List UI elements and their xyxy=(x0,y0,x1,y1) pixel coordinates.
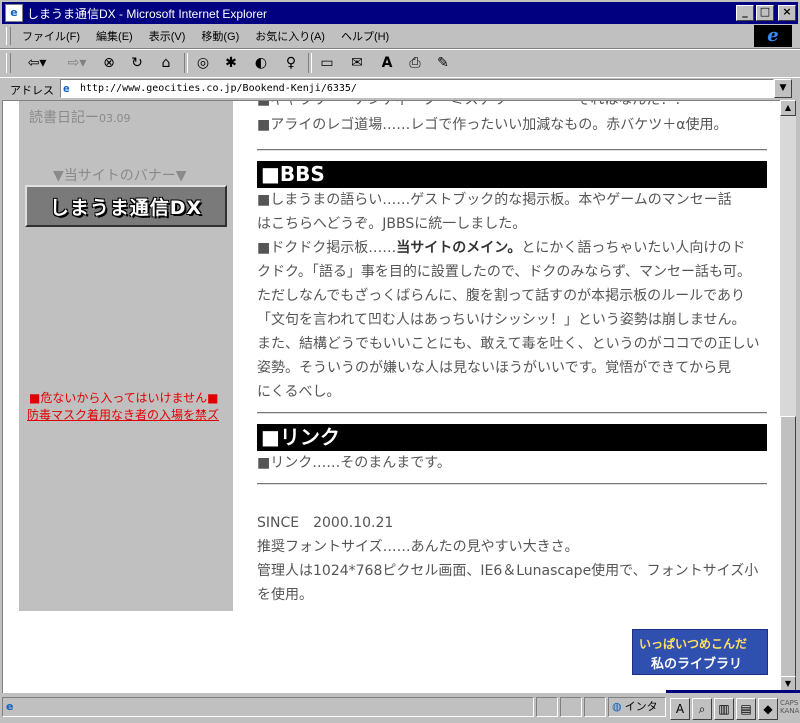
refresh-icon[interactable]: ↻ xyxy=(126,53,148,73)
print-icon[interactable]: ⎙ xyxy=(404,53,426,73)
dokudoku-bbs-line[interactable]: ■ドクドク掲示板……当サイトのメイン。とにかく語っちゃいたい人向けのド xyxy=(257,236,767,260)
forward-icon[interactable]: ⇨▾ xyxy=(60,53,94,73)
library-banner-line1: いっぱいつめこんだ xyxy=(639,637,748,651)
toolbar-separator xyxy=(308,53,312,73)
menu-bar: ファイル(F) 編集(E) 表示(V) 移動(G) お気に入り(A) ヘルプ(H) e xyxy=(0,24,800,49)
menu-item[interactable]: 移動(G) xyxy=(201,28,239,44)
zone-panel: ◍ インタ xyxy=(608,697,666,717)
edit-icon[interactable]: ✎ xyxy=(432,53,454,73)
kana-label: KANA xyxy=(780,707,800,715)
site-banner[interactable]: しまうま通信DX xyxy=(25,185,227,227)
library-banner[interactable]: いっぱいつめこんだ 私のライブラリ xyxy=(632,629,768,675)
minimize-button[interactable]: _ xyxy=(736,5,754,21)
dokudoku-description-line: にくるべし。 xyxy=(257,384,341,400)
page-icon: e xyxy=(63,81,70,95)
cutoff-line[interactable]: ■ギャラリー・アンティーク・ミステリー・・・・それはなんだ？？ xyxy=(257,101,689,109)
dokudoku-rest: とにかく語っちゃいたい人向けのド xyxy=(521,240,746,256)
footer-line: SINCE 2000.10.21 xyxy=(257,515,394,531)
status-text-panel: e xyxy=(2,697,534,717)
address-input[interactable]: e http://www.geocities.co.jp/Bookend-Kenj… xyxy=(60,79,774,98)
warning-text: ■危ないから入ってはいけません■ xyxy=(29,391,219,405)
zone-label: インタ xyxy=(624,700,658,713)
menu-item[interactable]: ファイル(F) xyxy=(22,28,80,44)
internet-zone-icon: ◍ xyxy=(612,700,622,713)
close-button[interactable]: × xyxy=(778,5,796,21)
page-viewport: 読書日記ー03.09 ▼当サイトのバナー▼ しまうま通信DX ■危ないから入って… xyxy=(2,100,781,693)
history-icon[interactable]: ♀ xyxy=(280,53,302,73)
status-panel xyxy=(584,697,606,717)
search-icon[interactable]: ◎ xyxy=(192,53,214,73)
title-bar[interactable]: e しまうま通信DX - Microsoft Internet Explorer… xyxy=(2,2,798,24)
fullscreen-icon[interactable]: ▭ xyxy=(316,53,338,73)
menu-item[interactable]: ヘルプ(H) xyxy=(341,28,389,44)
site-banner-text: しまうま通信DX xyxy=(49,196,203,219)
diary-label: 読書日記ー xyxy=(29,110,99,126)
menu-item[interactable]: お気に入り(A) xyxy=(255,28,325,44)
dictionary-icon[interactable]: ▥ xyxy=(714,698,734,720)
ime-pad-icon[interactable]: ▤ xyxy=(736,698,756,720)
caps-kana-indicator: CAPS KANA xyxy=(780,699,799,715)
toolbar-separator xyxy=(184,53,188,73)
banner-caption: ▼当サイトのバナー▼ xyxy=(53,168,187,184)
dokudoku-main-label: 当サイトのメイン。 xyxy=(396,240,522,256)
standard-toolbar: ⇦▾ ⇨▾ ⊗ ↻ ⌂ ◎ ✱ ◐ ♀ ▭ ✉ A ⎙ ✎ xyxy=(0,49,800,78)
library-banner-line2: 私のライブラリ xyxy=(651,657,743,672)
main-content: ■アライのレゴ道場……レゴで作ったいい加減なもの。赤バケツ＋α使用。 ■BBS … xyxy=(257,113,767,607)
address-bar: アドレス e http://www.geocities.co.jp/Bookend… xyxy=(0,77,800,100)
status-panel xyxy=(560,697,582,717)
stop-icon[interactable]: ⊗ xyxy=(98,53,120,73)
address-url: http://www.geocities.co.jp/Bookend-Kenji… xyxy=(80,83,357,94)
vertical-scrollbar[interactable]: ▲ ▼ xyxy=(780,100,796,692)
sidebar: 読書日記ー03.09 ▼当サイトのバナー▼ しまうま通信DX ■危ないから入って… xyxy=(19,101,233,611)
footer-line: 推奨フォントサイズ……あんたの見やすい大きさ。 xyxy=(257,539,579,555)
ime-mode-indicator[interactable]: A xyxy=(670,698,690,720)
font-size-icon[interactable]: A xyxy=(376,53,398,73)
menu-grip[interactable] xyxy=(6,27,11,45)
link-page-link[interactable]: ■リンク……そのまんまです。 xyxy=(257,451,767,475)
magnifier-icon[interactable]: ⌕ xyxy=(692,698,712,720)
dokudoku-description-line: 姿勢。そういうのが嫌いな人は見ないほうがいいです。覚悟ができてから見 xyxy=(257,360,732,376)
lego-dojo-link[interactable]: ■アライのレゴ道場……レゴで作ったいい加減なもの。赤バケツ＋α使用。 xyxy=(257,113,767,137)
mail-icon[interactable]: ✉ xyxy=(346,53,368,73)
media-icon[interactable]: ◐ xyxy=(250,53,272,73)
warning-link[interactable]: 防毒マスク着用なき者の入場を禁ズ xyxy=(27,406,219,423)
footer-line: を使用。 xyxy=(257,587,313,603)
caps-label: CAPS xyxy=(780,699,799,707)
maximize-button[interactable]: □ xyxy=(756,5,774,21)
scroll-up-icon[interactable]: ▲ xyxy=(780,100,796,116)
bbs-description-line: はこちらへどうぞ。JBBSに統一しました。 xyxy=(257,216,527,232)
dokudoku-description-line: ただしなんでもざっくばらんに、腹を割って話すのが本掲示板のルールであり xyxy=(257,288,746,304)
scroll-thumb[interactable] xyxy=(780,416,796,678)
ie-logo-icon: e xyxy=(754,25,792,47)
address-dropdown-icon[interactable]: ▼ xyxy=(774,79,792,98)
ie-page-icon[interactable]: e xyxy=(5,4,23,22)
ie-window: e しまうま通信DX - Microsoft Internet Explorer… xyxy=(0,0,800,723)
window-title: しまうま通信DX - Microsoft Internet Explorer xyxy=(27,6,268,21)
ime-language-bar: A ⌕ ▥ ▤ ◆ CAPS KANA xyxy=(666,690,800,723)
page-status-icon: e xyxy=(6,700,14,713)
dokudoku-prefix: ■ドクドク掲示板…… xyxy=(257,240,397,256)
favorites-icon[interactable]: ✱ xyxy=(220,53,242,73)
toolbar-grip[interactable] xyxy=(6,53,11,73)
back-icon[interactable]: ⇦▾ xyxy=(20,53,54,73)
home-icon[interactable]: ⌂ xyxy=(154,53,178,73)
menu-item[interactable]: 編集(E) xyxy=(96,28,133,44)
diary-link[interactable]: 読書日記ー03.09 xyxy=(29,107,131,127)
dokudoku-description-line: 「文句を言われて凹む人はあっちいけシッシッ！」という姿勢は崩しません。 xyxy=(257,312,746,328)
menu-item[interactable]: 表示(V) xyxy=(149,28,186,44)
link-heading: ■リンク xyxy=(257,424,767,451)
dokudoku-description-line: クドク。「語る」事を目的に設置したので、ドクのみならず、マンセー話も可。 xyxy=(257,264,752,280)
status-panel xyxy=(536,697,558,717)
dokudoku-description-line: また、結構どうでもいいことにも、敢えて毒を吐く、というのがココでの正しい xyxy=(257,336,760,352)
ime-tools-icon[interactable]: ◆ xyxy=(758,698,778,720)
diary-date: 03.09 xyxy=(99,112,131,125)
bbs-description-line: ■しまうまの語らい……ゲストブック的な掲示板。本やゲームのマンセー話 xyxy=(257,192,732,208)
address-label: アドレス xyxy=(10,84,54,97)
footer-line: 管理人は1024*768ピクセル画面、IE6＆Lunascape使用で、フォント… xyxy=(257,563,759,579)
bbs-heading: ■BBS xyxy=(257,161,767,188)
